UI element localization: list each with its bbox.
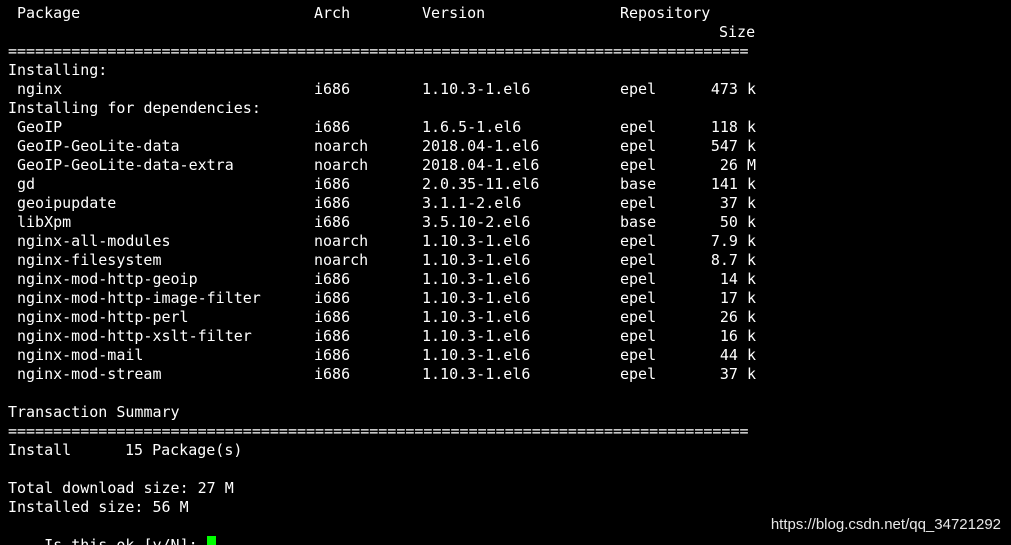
row-version: 1.10.3-1.el6: [422, 308, 531, 326]
row-arch: i686: [314, 270, 351, 288]
row-size: 50 k: [719, 213, 756, 231]
header-size: Size: [719, 23, 756, 41]
row-name: nginx-all-modules: [17, 232, 171, 250]
row-size: 44 k: [719, 346, 756, 364]
row-size: 17 k: [719, 289, 756, 307]
row-version: 2018.04-1.el6: [422, 137, 540, 155]
row-version: 1.10.3-1.el6: [422, 232, 531, 250]
row-version: 1.10.3-1.el6: [422, 289, 531, 307]
section-summary: Transaction Summary: [8, 403, 180, 421]
row-name: nginx-mod-http-geoip: [17, 270, 198, 288]
row-arch: i686: [314, 80, 351, 98]
row-repo: epel: [620, 80, 657, 98]
row-name: nginx-mod-http-image-filter: [17, 289, 261, 307]
row-repo: epel: [620, 194, 657, 212]
row-arch: i686: [314, 365, 351, 383]
table-header-size-row: Size: [8, 23, 755, 42]
row-version: 1.10.3-1.el6: [422, 251, 531, 269]
row-size: 141 k: [710, 175, 756, 193]
row-name: nginx-filesystem: [17, 251, 162, 269]
row-name: nginx: [17, 80, 63, 98]
row-arch: noarch: [314, 156, 369, 174]
row-repo: epel: [620, 327, 657, 345]
row-version: 1.10.3-1.el6: [422, 346, 531, 364]
header-version: Version: [422, 4, 486, 22]
row-size: 547 k: [710, 137, 756, 155]
row-size: 7.9 k: [710, 232, 756, 250]
header-arch: Arch: [314, 4, 351, 22]
row-version: 1.6.5-1.el6: [422, 118, 522, 136]
row-arch: i686: [314, 194, 351, 212]
row-name: gd: [17, 175, 36, 193]
row-repo: epel: [620, 289, 657, 307]
terminal-window[interactable]: Package Arch Version Repository Size ===…: [0, 0, 1011, 545]
row-name: GeoIP-GeoLite-data-extra: [17, 156, 234, 174]
install-count: 15 Package(s): [125, 441, 243, 459]
row-repo: base: [620, 213, 657, 231]
section-installing: Installing:: [8, 61, 108, 79]
row-size: 473 k: [710, 80, 756, 98]
row-name: nginx-mod-http-perl: [17, 308, 189, 326]
header-package: Package: [17, 4, 81, 22]
row-arch: i686: [314, 289, 351, 307]
row-size: 37 k: [719, 365, 756, 383]
row-repo: epel: [620, 251, 657, 269]
install-label: Install: [8, 441, 72, 459]
row-size: 37 k: [719, 194, 756, 212]
installed-size: Installed size: 56 M: [8, 498, 189, 516]
row-version: 1.10.3-1.el6: [422, 327, 531, 345]
text-cursor[interactable]: [206, 536, 216, 545]
separator-line: ========================================…: [8, 42, 749, 60]
row-size: 118 k: [710, 118, 756, 136]
row-repo: epel: [620, 270, 657, 288]
row-repo: epel: [620, 308, 657, 326]
prompt-line[interactable]: Is this ok [y/N]:: [8, 517, 216, 545]
row-repo: epel: [620, 346, 657, 364]
row-repo: epel: [620, 365, 657, 383]
row-version: 2018.04-1.el6: [422, 156, 540, 174]
row-version: 1.10.3-1.el6: [422, 80, 531, 98]
watermark-url: https://blog.csdn.net/qq_34721292: [770, 516, 1001, 533]
row-name: nginx-mod-http-xslt-filter: [17, 327, 252, 345]
row-size: 26 k: [719, 308, 756, 326]
row-version: 1.10.3-1.el6: [422, 365, 531, 383]
prompt-text: Is this ok [y/N]:: [44, 536, 207, 545]
separator-line-2: ========================================…: [8, 422, 749, 440]
header-repository: Repository: [620, 4, 711, 22]
row-repo: epel: [620, 137, 657, 155]
row-name: GeoIP: [17, 118, 63, 136]
row-version: 1.10.3-1.el6: [422, 270, 531, 288]
row-repo: epel: [620, 232, 657, 250]
row-arch: noarch: [314, 251, 369, 269]
row-version: 3.5.10-2.el6: [422, 213, 531, 231]
row-arch: i686: [314, 327, 351, 345]
row-name: nginx-mod-mail: [17, 346, 144, 364]
row-repo: epel: [620, 156, 657, 174]
table-header: Package Arch Version Repository: [8, 4, 710, 23]
install-summary-row: Install 15 Package(s): [8, 441, 242, 460]
row-arch: i686: [314, 213, 351, 231]
row-size: 26 M: [719, 156, 756, 174]
row-size: 14 k: [719, 270, 756, 288]
table-row: nginx i686 1.10.3-1.el6 epel 473 k: [8, 80, 756, 99]
row-version: 2.0.35-11.el6: [422, 175, 540, 193]
section-dependencies: Installing for dependencies:: [8, 99, 261, 117]
row-size: 8.7 k: [710, 251, 756, 269]
row-arch: noarch: [314, 232, 369, 250]
row-size: 16 k: [719, 327, 756, 345]
row-name: libXpm: [17, 213, 72, 231]
total-download-size: Total download size: 27 M: [8, 479, 234, 497]
row-repo: epel: [620, 118, 657, 136]
row-arch: i686: [314, 346, 351, 364]
row-version: 3.1.1-2.el6: [422, 194, 522, 212]
row-name: nginx-mod-stream: [17, 365, 162, 383]
row-arch: noarch: [314, 137, 369, 155]
row-arch: i686: [314, 175, 351, 193]
row-name: GeoIP-GeoLite-data: [17, 137, 180, 155]
row-name: geoipupdate: [17, 194, 117, 212]
row-arch: i686: [314, 118, 351, 136]
row-repo: base: [620, 175, 657, 193]
row-arch: i686: [314, 308, 351, 326]
